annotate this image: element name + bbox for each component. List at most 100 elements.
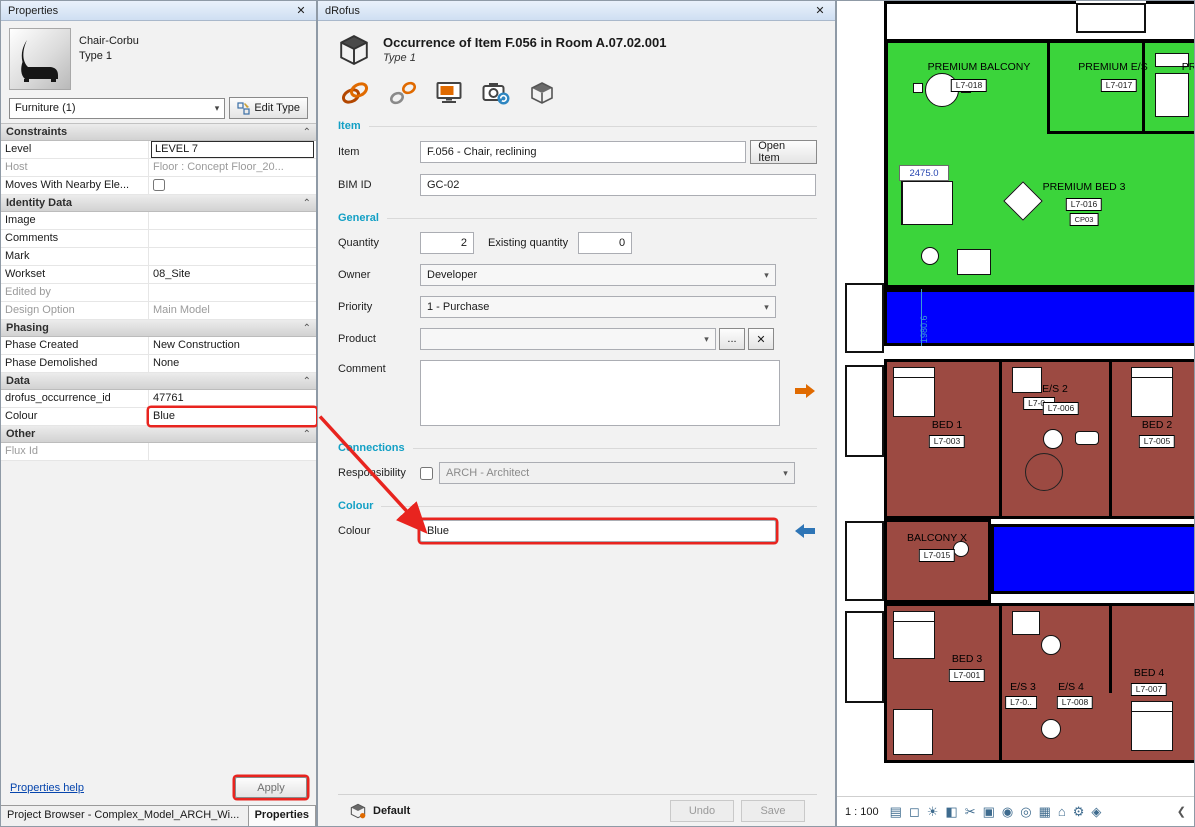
chevron-down-icon: ▾ (215, 103, 220, 114)
properties-title: Properties (8, 5, 293, 17)
room-tag[interactable]: L7-005 (1139, 435, 1175, 448)
room-corridor-2[interactable] (991, 524, 1194, 594)
room-corridor[interactable] (884, 289, 1194, 346)
room-name: E/S 2 (1042, 383, 1068, 395)
properties-grid: Constraints ⌃ Level LEVEL 7 Host Floor :… (1, 123, 316, 461)
room-tag[interactable]: L7-003 (929, 435, 965, 448)
room-tag[interactable]: L7-008 (1057, 696, 1093, 709)
shadows-icon[interactable]: ◧ (945, 805, 957, 818)
phase-created-value[interactable]: New Construction (149, 337, 316, 354)
item-label: Item (338, 146, 420, 158)
product-dropdown[interactable]: ▾ (420, 328, 716, 350)
room-tag[interactable]: CP03 (1070, 213, 1099, 226)
sync-image-icon[interactable] (482, 81, 510, 105)
group-phasing[interactable]: Phasing ⌃ (1, 320, 316, 337)
property-row-host: Host Floor : Concept Floor_20... (1, 159, 316, 177)
scale-control[interactable]: 1 : 100 (845, 806, 879, 818)
room-tag[interactable]: L7-015 (919, 549, 955, 562)
close-icon[interactable]: ✕ (812, 4, 828, 17)
occurrence-cube-icon (338, 33, 370, 67)
property-row-colour: Colour Blue (1, 408, 316, 426)
collapse-icon[interactable]: ⌃ (303, 429, 311, 440)
dimension-vertical[interactable]: 1980.6 (919, 315, 929, 343)
tab-project-browser[interactable]: Project Browser - Complex_Model_ARCH_Wi.… (1, 806, 249, 826)
sink (1075, 431, 1099, 445)
dimension-horizontal[interactable]: 2475.0 (899, 165, 949, 181)
group-data[interactable]: Data ⌃ (1, 373, 316, 390)
collapse-icon[interactable]: ⌃ (303, 127, 311, 138)
property-row-phase-created: Phase Created New Construction (1, 337, 316, 355)
priority-dropdown[interactable]: 1 - Purchase ▾ (420, 296, 776, 318)
collapse-icon[interactable]: ⌃ (303, 323, 311, 334)
show-in-model-icon[interactable] (436, 81, 462, 105)
close-icon[interactable]: ✕ (293, 4, 309, 17)
crop-region-icon[interactable]: ▣ (983, 805, 995, 818)
reveal-constraints-icon[interactable]: ⚙ (1073, 805, 1085, 818)
image-value[interactable] (149, 212, 316, 229)
family-thumbnail[interactable] (9, 28, 71, 90)
chevron-down-icon: ▾ (758, 302, 775, 313)
bed (1131, 367, 1173, 417)
analytical-model-icon[interactable]: ⌂ (1058, 805, 1066, 818)
room-tag[interactable]: L7-001 (949, 669, 985, 682)
visual-style-icon[interactable]: ◻ (909, 805, 920, 818)
product-clear-button[interactable]: ✕ (748, 328, 774, 350)
annotation-box-drofus-colour[interactable]: Blue (420, 520, 776, 542)
worksharing-display-icon[interactable]: ◈ (1091, 805, 1101, 818)
save-button[interactable]: Save (741, 800, 805, 822)
annotation-box-properties-colour[interactable]: Blue (149, 408, 316, 425)
reveal-hidden-icon[interactable]: ◎ (1020, 805, 1031, 818)
edit-type-icon (237, 102, 250, 115)
item-field[interactable]: F.056 - Chair, reclining (420, 141, 746, 163)
drofus-titlebar[interactable]: dRofus ✕ (318, 1, 835, 21)
group-constraints[interactable]: Constraints ⌃ (1, 124, 316, 141)
properties-help-link[interactable]: Properties help (10, 782, 84, 794)
owner-dropdown[interactable]: Developer ▾ (420, 264, 776, 286)
properties-titlebar[interactable]: Properties ✕ (1, 1, 316, 21)
room-tag[interactable]: L7-016 (1066, 198, 1102, 211)
moves-with-nearby-checkbox[interactable] (153, 179, 165, 191)
crop-view-icon[interactable]: ✂ (965, 805, 976, 818)
room-tag[interactable]: L7-018 (951, 79, 987, 92)
item-cube-icon[interactable] (530, 81, 554, 105)
collapse-arrow-icon[interactable]: ❮ (1177, 805, 1186, 818)
floor-plan-view[interactable]: PREMIUM BALCONY L7-018 PREMIUM E/S L7-01… (836, 0, 1195, 827)
responsibility-checkbox[interactable] (420, 467, 433, 480)
comments-value[interactable] (149, 230, 316, 247)
detail-level-icon[interactable]: ▤ (890, 805, 902, 818)
drofus-title: dRofus (325, 5, 812, 17)
temporary-hide-isolate-icon[interactable]: ◉ (1002, 805, 1013, 818)
category-selector[interactable]: Furniture (1) ▾ (9, 98, 225, 119)
tab-properties[interactable]: Properties (249, 806, 316, 826)
quantity-field[interactable]: 2 (420, 232, 474, 254)
bim-id-field[interactable]: GC-02 (420, 174, 816, 196)
comment-textarea[interactable] (420, 360, 780, 426)
balcony-outline (845, 521, 884, 601)
mark-value[interactable] (149, 248, 316, 265)
existing-quantity-field[interactable]: 0 (578, 232, 632, 254)
room-tag[interactable]: L7-017 (1101, 79, 1137, 92)
room-name: BALCONY X (907, 532, 967, 544)
default-profile-icon (350, 803, 366, 819)
edit-type-button[interactable]: Edit Type (229, 97, 308, 119)
undo-button[interactable]: Undo (670, 800, 734, 822)
collapse-icon[interactable]: ⌃ (303, 376, 311, 387)
sun-path-icon[interactable]: ☀ (927, 805, 939, 818)
open-item-button[interactable]: Open Item (750, 140, 817, 164)
apply-button[interactable]: Apply (235, 777, 307, 798)
room-tag[interactable]: L7-007 (1131, 683, 1167, 696)
product-browse-button[interactable]: ... (719, 328, 745, 350)
room-tag[interactable]: L7-0.. (1005, 696, 1037, 709)
room-tag[interactable]: L7-006 (1043, 402, 1079, 415)
group-identity-data[interactable]: Identity Data ⌃ (1, 195, 316, 212)
drofus-occurrence-id-value[interactable]: 47761 (149, 390, 316, 407)
link-occurrence-icon[interactable] (340, 81, 370, 105)
group-other[interactable]: Other ⌃ (1, 426, 316, 443)
workset-value[interactable]: 08_Site (149, 266, 316, 283)
collapse-icon[interactable]: ⌃ (303, 198, 311, 209)
temporary-view-properties-icon[interactable]: ▦ (1039, 805, 1051, 818)
plan-canvas[interactable]: PREMIUM BALCONY L7-018 PREMIUM E/S L7-01… (837, 1, 1194, 796)
phase-demolished-value[interactable]: None (149, 355, 316, 372)
product-label: Product (338, 333, 420, 345)
unlink-occurrence-icon[interactable] (390, 81, 416, 105)
